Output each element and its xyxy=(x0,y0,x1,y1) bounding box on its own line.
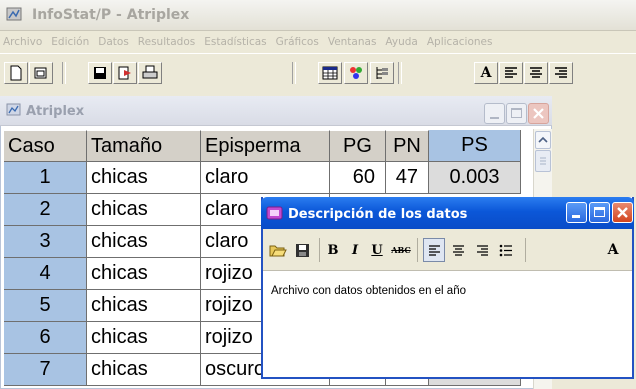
row-index[interactable]: 1 xyxy=(4,162,87,194)
toolbar-separator xyxy=(398,62,402,84)
italic-button[interactable]: I xyxy=(345,238,365,262)
save-disk-icon[interactable] xyxy=(291,238,313,262)
table-cell-tamano[interactable]: chicas xyxy=(87,258,201,290)
table-cell-tamano[interactable]: chicas xyxy=(87,226,201,258)
table-cell-tamano[interactable]: chicas xyxy=(87,162,201,194)
table-cell-tamano[interactable]: chicas xyxy=(87,322,201,354)
menu-bar: Archivo Edición Datos Resultados Estadís… xyxy=(0,31,636,53)
row-index[interactable]: 3 xyxy=(4,226,87,258)
table-cell-episperma[interactable]: claro xyxy=(201,162,330,194)
bullet-list-icon[interactable] xyxy=(495,238,517,262)
toolbar-separator xyxy=(319,238,320,262)
table-cell-ps[interactable]: 0.003 xyxy=(429,162,521,194)
table-cell-pn[interactable]: 47 xyxy=(386,162,429,194)
row-index[interactable]: 6 xyxy=(4,322,87,354)
print-icon[interactable] xyxy=(138,62,162,84)
column-header-tamano[interactable]: Tamaño xyxy=(87,130,201,162)
dialog-icon xyxy=(266,206,283,220)
description-dialog-title: Descripción de los datos xyxy=(288,207,468,222)
table-cell-tamano[interactable]: chicas xyxy=(87,354,201,386)
menu-estadisticas[interactable]: Estadísticas xyxy=(204,36,266,48)
open-folder-icon[interactable] xyxy=(267,238,289,262)
menu-archivo[interactable]: Archivo xyxy=(3,36,42,48)
scroll-up-button[interactable] xyxy=(535,131,551,149)
toolbar-separator xyxy=(292,62,296,84)
align-center-icon[interactable] xyxy=(524,62,548,84)
column-header-caso[interactable]: Caso xyxy=(4,130,87,162)
font-button[interactable]: A xyxy=(603,238,623,262)
column-header-episperma[interactable]: Episperma xyxy=(201,130,330,162)
menu-edicion[interactable]: Edición xyxy=(51,36,89,48)
font-icon[interactable]: A xyxy=(474,62,498,84)
toolbar-separator xyxy=(525,238,526,262)
column-header-ps[interactable]: PS xyxy=(429,130,521,162)
dialog-minimize-button[interactable] xyxy=(566,202,587,223)
dialog-maximize-button[interactable] xyxy=(589,202,610,223)
export-icon[interactable] xyxy=(113,62,137,84)
data-window-title: Atriplex xyxy=(26,104,85,119)
data-window-icon xyxy=(6,103,21,116)
dialog-align-right-icon[interactable] xyxy=(471,238,493,262)
toolbar-separator xyxy=(417,238,418,262)
scroll-thumb[interactable] xyxy=(535,150,551,172)
bold-button[interactable]: B xyxy=(323,238,343,262)
align-right-icon[interactable] xyxy=(549,62,573,84)
menu-aplicaciones[interactable]: Aplicaciones xyxy=(427,36,493,48)
table-cell-tamano[interactable]: chicas xyxy=(87,290,201,322)
menu-resultados[interactable]: Resultados xyxy=(138,36,195,48)
menu-ventanas[interactable]: Ventanas xyxy=(328,36,377,48)
app-title: InfoStat/P - Atriplex xyxy=(32,7,190,23)
app-icon xyxy=(6,7,22,21)
table-cell-tamano[interactable]: chicas xyxy=(87,194,201,226)
dialog-toolbar: B I U ABC A xyxy=(263,229,632,271)
strikethrough-button[interactable]: ABC xyxy=(389,238,413,262)
save-icon[interactable] xyxy=(88,62,112,84)
underline-button[interactable]: U xyxy=(367,238,387,262)
table-icon[interactable] xyxy=(318,62,342,84)
menu-ayuda[interactable]: Ayuda xyxy=(385,36,417,48)
dialog-close-button[interactable] xyxy=(612,202,633,223)
column-header-pn[interactable]: PN xyxy=(386,130,429,162)
row-index[interactable]: 5 xyxy=(4,290,87,322)
table-cell-pg[interactable]: 60 xyxy=(330,162,386,194)
row-index[interactable]: 2 xyxy=(4,194,87,226)
row-index[interactable]: 7 xyxy=(4,354,87,386)
menu-datos[interactable]: Datos xyxy=(98,36,129,48)
column-header-pg[interactable]: PG xyxy=(330,130,386,162)
toolbar-separator xyxy=(62,62,66,84)
color-icon[interactable] xyxy=(344,62,368,84)
tree-icon[interactable] xyxy=(370,62,394,84)
description-text[interactable]: Archivo con datos obtenidos en el año xyxy=(271,285,466,297)
new-icon[interactable] xyxy=(4,62,28,84)
dialog-align-center-icon[interactable] xyxy=(447,238,469,262)
minimize-button[interactable] xyxy=(484,103,505,124)
close-button[interactable] xyxy=(528,103,549,124)
row-index[interactable]: 4 xyxy=(4,258,87,290)
main-toolbar: A xyxy=(0,53,636,93)
open-icon[interactable] xyxy=(29,62,53,84)
menu-graficos[interactable]: Gráficos xyxy=(276,36,319,48)
dialog-align-left-icon[interactable] xyxy=(423,238,445,262)
maximize-button[interactable] xyxy=(506,103,527,124)
align-left-icon[interactable] xyxy=(499,62,523,84)
